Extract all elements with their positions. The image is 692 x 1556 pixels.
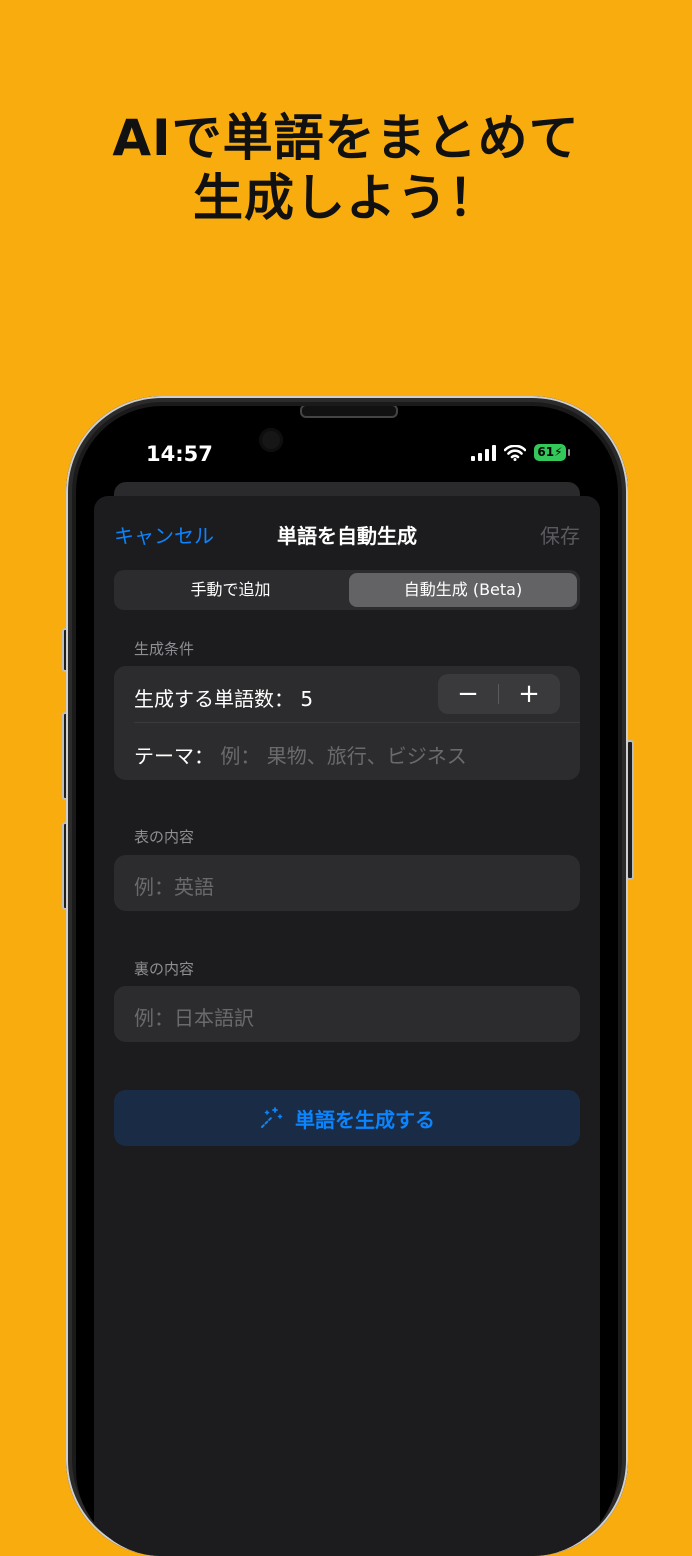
back-header: 裏の内容 [134, 960, 195, 978]
status-icons: 61⚡ [471, 444, 570, 461]
battery-icon: 61⚡ [534, 444, 570, 461]
mode-segmented-control: 手動で追加 自動生成 (Beta) [114, 570, 580, 610]
tab-auto-generate[interactable]: 自動生成 (Beta) [349, 573, 577, 607]
front-header: 表の内容 [134, 828, 195, 846]
conditions-card: 生成する単語数： 5 − + テーマ： 例： 果物、旅行、ビジネス [114, 666, 580, 780]
theme-row[interactable]: テーマ： 例： 果物、旅行、ビジネス [134, 740, 467, 769]
page-title: 単語を自動生成 [277, 524, 417, 548]
generate-words-button[interactable]: 単語を生成する [114, 1090, 580, 1146]
word-count-label: 生成する単語数： [134, 687, 294, 711]
wifi-icon [504, 444, 526, 461]
save-button[interactable]: 保存 [540, 520, 580, 549]
magic-wand-icon [261, 1107, 283, 1128]
headline-line-1: AIで単語をまとめて [112, 109, 580, 167]
front-camera [259, 428, 283, 452]
increment-button[interactable]: + [499, 674, 559, 714]
row-divider [134, 722, 580, 723]
back-field[interactable]: 例：日本語訳 [114, 986, 580, 1042]
word-count-stepper: − + [438, 674, 560, 714]
cellular-icon [471, 444, 496, 461]
phone-screen: 14:57 61⚡ キャンセル 単語を自動生成 保存 手動で追加 自動生成 (B… [76, 406, 618, 1556]
speaker-grille [300, 406, 398, 418]
tab-manual-add[interactable]: 手動で追加 [114, 570, 347, 610]
theme-input[interactable]: 例： 果物、旅行、ビジネス [220, 744, 466, 768]
decrement-button[interactable]: − [438, 674, 498, 714]
word-count-row: 生成する単語数： 5 [134, 683, 313, 712]
word-count-value: 5 [300, 687, 314, 711]
status-time: 14:57 [146, 442, 213, 466]
modal-sheet: キャンセル 単語を自動生成 保存 手動で追加 自動生成 (Beta) 生成条件 … [94, 496, 600, 1556]
generate-label: 単語を生成する [295, 1107, 435, 1132]
battery-level: 61 [537, 445, 555, 459]
headline-line-2: 生成しよう！ [193, 169, 499, 227]
promo-headline: AIで単語をまとめて 生成しよう！ [0, 108, 692, 228]
theme-label: テーマ： [134, 744, 214, 768]
front-field[interactable]: 例：英語 [114, 855, 580, 911]
conditions-header: 生成条件 [134, 640, 195, 658]
front-input[interactable]: 例：英語 [134, 871, 214, 900]
back-input[interactable]: 例：日本語訳 [134, 1002, 254, 1031]
